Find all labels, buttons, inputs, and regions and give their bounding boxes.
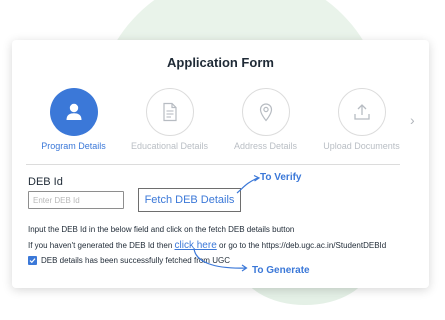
chevron-right-icon[interactable]: › xyxy=(410,112,415,128)
step-program-details[interactable]: Program Details xyxy=(26,88,121,151)
instruction-text: Input the DEB Id in the below field and … xyxy=(28,225,295,234)
deb-id-input[interactable] xyxy=(28,191,124,209)
fetch-deb-details-button[interactable]: Fetch DEB Details xyxy=(138,188,241,212)
upload-icon xyxy=(353,104,370,120)
step-label: Address Details xyxy=(233,141,298,151)
generate-arrow-icon xyxy=(193,247,248,272)
step-address-details[interactable]: Address Details xyxy=(218,88,313,151)
step-educational-details[interactable]: Educational Details xyxy=(122,88,217,151)
step-label: Program Details xyxy=(41,141,106,151)
location-pin-icon xyxy=(259,103,272,122)
step-circle xyxy=(145,88,194,136)
page-title: Application Form xyxy=(167,55,274,70)
hint-prefix: If you haven't generated the DEB Id then xyxy=(28,241,175,250)
step-upload-documents[interactable]: Upload Documents xyxy=(314,88,409,151)
step-circle xyxy=(241,88,290,136)
divider xyxy=(26,164,400,165)
checkmark-icon xyxy=(29,258,36,264)
step-circle xyxy=(49,88,98,136)
step-label: Educational Details xyxy=(130,141,209,151)
success-checkbox[interactable] xyxy=(28,256,37,265)
user-icon xyxy=(66,103,81,120)
to-verify-annotation: To Verify xyxy=(260,172,302,183)
document-icon xyxy=(162,102,177,122)
deb-id-label: DEB Id xyxy=(28,176,63,188)
to-generate-annotation: To Generate xyxy=(252,265,310,276)
application-form-card: Application Form Program Details Educati… xyxy=(12,40,429,288)
step-circle xyxy=(337,88,386,136)
step-label: Upload Documents xyxy=(323,141,400,151)
